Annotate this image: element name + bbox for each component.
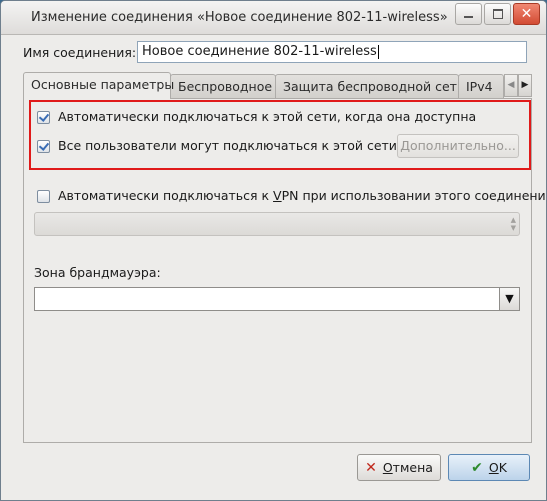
- title-bar[interactable]: Изменение соединения «Новое соединение 8…: [1, 1, 546, 35]
- auto-vpn-label-suffix: PN при использовании этого соединения: [281, 188, 547, 203]
- cancel-label: тмена: [392, 460, 433, 475]
- advanced-button[interactable]: Дополнительно...: [397, 134, 519, 158]
- text-caret: [377, 44, 379, 59]
- connection-editor-window: Изменение соединения «Новое соединение 8…: [0, 0, 547, 501]
- tab-wireless[interactable]: Беспроводное: [170, 74, 276, 98]
- all-users-checkbox[interactable]: [37, 140, 50, 153]
- minimize-icon: [464, 16, 473, 18]
- cancel-x-icon: ✕: [365, 460, 377, 476]
- auto-connect-checkbox[interactable]: [37, 111, 50, 124]
- auto-vpn-checkbox[interactable]: [37, 190, 50, 203]
- tab-wireless-security[interactable]: Защита беспроводной сети: [275, 74, 465, 98]
- window-title: Изменение соединения «Новое соединение 8…: [31, 10, 448, 25]
- close-button[interactable]: ✕: [513, 3, 540, 25]
- connection-name-value: Новое соединение 802-11-wireless: [142, 44, 377, 59]
- ok-check-icon: ✔: [471, 460, 483, 476]
- cancel-button[interactable]: ✕ Отмена: [357, 454, 441, 481]
- tab-scroll-right-icon[interactable]: ▶: [518, 74, 532, 97]
- cancel-mnemonic: О: [382, 460, 393, 475]
- minimize-button[interactable]: [455, 3, 482, 25]
- auto-vpn-mnemonic: V: [273, 188, 282, 203]
- updown-arrows-icon: ▲ ▼: [510, 216, 516, 232]
- tab-ipv4[interactable]: IPv4: [458, 74, 504, 98]
- auto-vpn-label[interactable]: Автоматически подключаться к VPN при исп…: [58, 188, 547, 203]
- auto-vpn-label-prefix: Автоматически подключаться к: [58, 188, 274, 203]
- ok-mnemonic: O: [488, 460, 499, 475]
- dropdown-arrow-icon[interactable]: ▼: [499, 288, 519, 310]
- ok-button[interactable]: ✔ OK: [448, 454, 530, 481]
- all-users-label[interactable]: Все пользователи могут подключаться к эт…: [58, 138, 397, 153]
- vpn-select: ▲ ▼: [34, 212, 520, 236]
- firewall-zone-select[interactable]: ▼: [34, 287, 520, 311]
- connection-name-input[interactable]: Новое соединение 802-11-wireless: [137, 41, 527, 63]
- connection-name-label: Имя соединения:: [23, 45, 137, 60]
- tab-scroll-left-icon[interactable]: ◀: [504, 74, 518, 97]
- maximize-icon: [493, 9, 503, 19]
- tab-general[interactable]: Основные параметры: [23, 72, 174, 99]
- maximize-button[interactable]: [484, 3, 511, 25]
- ok-label: K: [498, 460, 507, 475]
- auto-connect-label[interactable]: Автоматически подключаться к этой сети, …: [58, 109, 476, 124]
- firewall-zone-label: Зона брандмауэра:: [34, 265, 161, 280]
- close-icon: ✕: [520, 6, 533, 22]
